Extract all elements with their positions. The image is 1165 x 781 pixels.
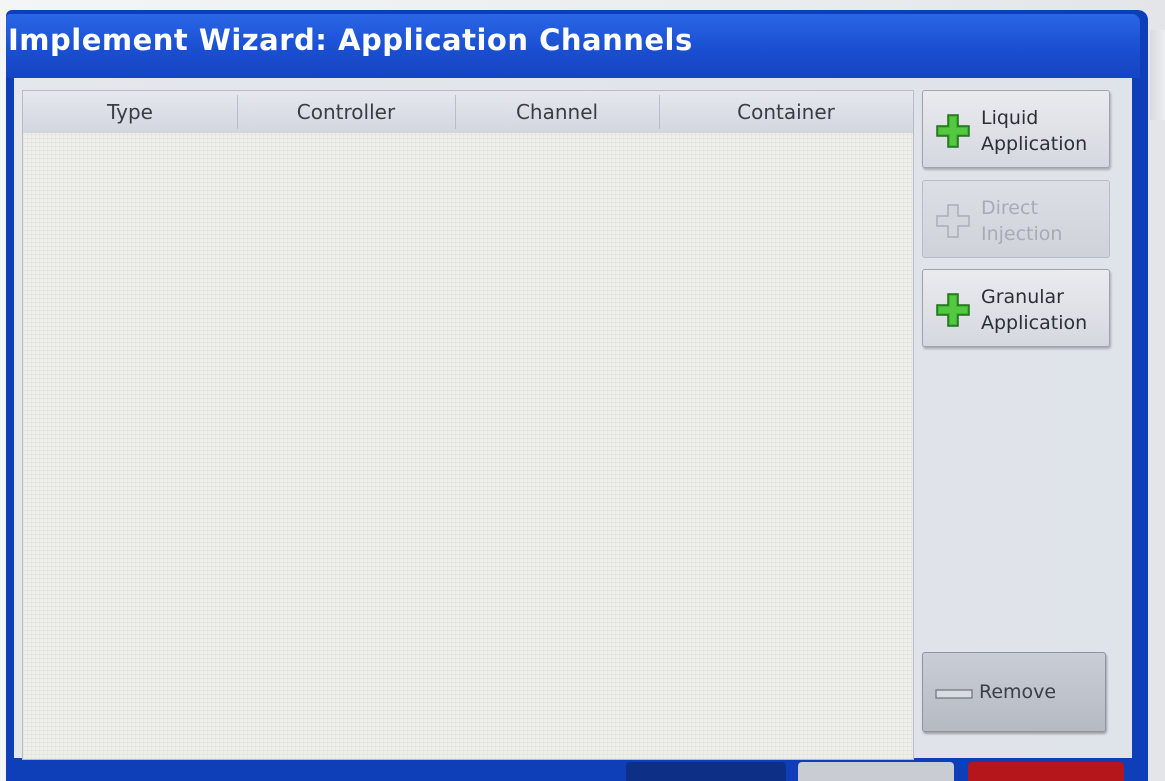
label-line: Injection xyxy=(981,223,1063,245)
channels-table: Type Controller Channel Container xyxy=(22,90,914,760)
label-line: Application xyxy=(981,312,1088,334)
device-bezel-edge xyxy=(1150,30,1165,120)
column-separator xyxy=(659,95,660,129)
label-line: Liquid xyxy=(981,107,1039,129)
wizard-title: Implement Wizard: Application Channels xyxy=(8,23,693,57)
table-body-empty[interactable] xyxy=(23,133,913,759)
next-button[interactable] xyxy=(798,762,954,781)
column-header-controller[interactable]: Controller xyxy=(297,100,395,124)
cancel-button[interactable] xyxy=(968,762,1124,781)
label-line: Application xyxy=(981,133,1088,155)
remove-label: Remove xyxy=(979,681,1057,703)
direct-injection-label: Direct Injection xyxy=(981,195,1105,247)
back-button[interactable] xyxy=(626,762,786,781)
label-line: Direct xyxy=(981,197,1038,219)
plus-icon xyxy=(936,293,970,327)
label-line: Granular xyxy=(981,286,1064,308)
granular-application-label: Granular Application xyxy=(981,284,1105,336)
table-header: Type Controller Channel Container xyxy=(23,91,913,134)
plus-icon xyxy=(936,204,970,238)
add-direct-injection-button[interactable]: Direct Injection xyxy=(922,180,1110,258)
add-liquid-application-button[interactable]: Liquid Application xyxy=(922,90,1110,168)
column-separator xyxy=(455,95,456,129)
add-granular-application-button[interactable]: Granular Application xyxy=(922,269,1110,347)
column-header-channel[interactable]: Channel xyxy=(516,100,598,124)
minus-icon xyxy=(935,689,973,699)
remove-channel-button[interactable]: Remove xyxy=(922,652,1106,732)
column-header-container[interactable]: Container xyxy=(737,100,835,124)
column-separator xyxy=(237,95,238,129)
plus-icon xyxy=(936,114,970,148)
liquid-application-label: Liquid Application xyxy=(981,105,1105,157)
column-header-type[interactable]: Type xyxy=(107,100,153,124)
